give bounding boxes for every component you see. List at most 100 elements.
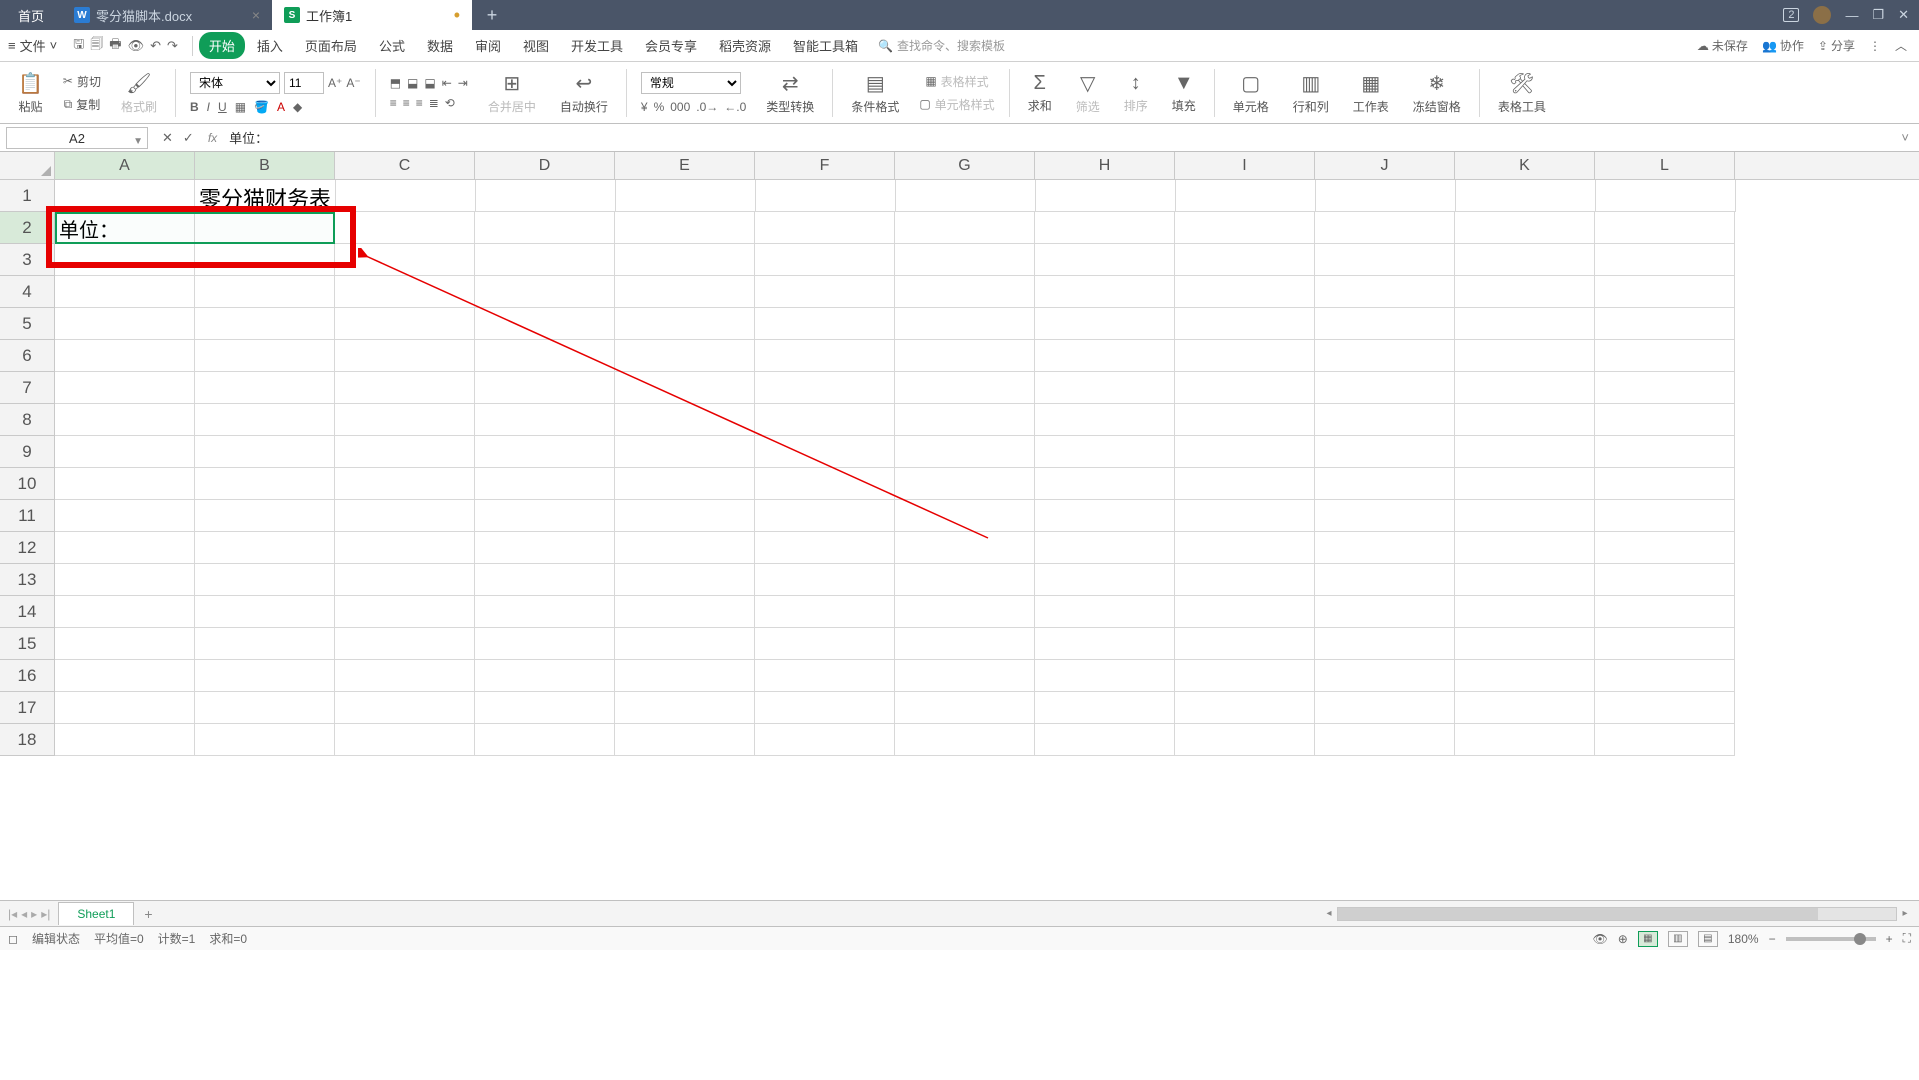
row-header-10[interactable]: 10 <box>0 468 55 500</box>
spreadsheet-tab[interactable]: S 工作簿1 • <box>272 0 472 30</box>
underline-icon[interactable]: U <box>218 100 227 114</box>
zoom-slider-thumb[interactable] <box>1854 933 1866 945</box>
cell-button[interactable]: ▢单元格 <box>1229 69 1273 117</box>
cell-C2[interactable] <box>335 212 475 244</box>
wrap-text-button[interactable]: ↩自动换行 <box>556 69 612 117</box>
row-header-13[interactable]: 13 <box>0 564 55 596</box>
row-header-4[interactable]: 4 <box>0 276 55 308</box>
cell-E1[interactable] <box>616 180 756 212</box>
fill-color-icon[interactable]: 🪣 <box>254 100 269 114</box>
cell-D2[interactable] <box>475 212 615 244</box>
freeze-button[interactable]: ❄冻结窗格 <box>1409 69 1465 117</box>
sheet-tab-sheet1[interactable]: Sheet1 <box>58 902 134 925</box>
font-family-select[interactable]: 宋体 <box>190 72 280 94</box>
table-tools-button[interactable]: 🛠表格工具 <box>1494 69 1550 117</box>
col-header-A[interactable]: A <box>55 152 195 179</box>
cell-H1[interactable] <box>1036 180 1176 212</box>
select-all-corner[interactable] <box>0 152 55 179</box>
zoom-level[interactable]: 180% <box>1728 932 1759 946</box>
increase-decimal-icon[interactable]: .0→ <box>696 100 718 114</box>
row-header-17[interactable]: 17 <box>0 692 55 724</box>
tab-data[interactable]: 数据 <box>417 32 463 59</box>
row-header-3[interactable]: 3 <box>0 244 55 276</box>
tab-devtools[interactable]: 开发工具 <box>561 32 633 59</box>
record-macro-icon[interactable]: ◻ <box>8 932 18 946</box>
cancel-edit-icon[interactable]: ✕ <box>162 130 173 146</box>
row-header-16[interactable]: 16 <box>0 660 55 692</box>
maximize-button[interactable]: ❐ <box>1872 7 1884 23</box>
document-tab[interactable]: W 零分猫脚本.docx × <box>62 0 272 30</box>
row-header-11[interactable]: 11 <box>0 500 55 532</box>
cell-E2[interactable] <box>615 212 755 244</box>
italic-icon[interactable]: I <box>207 100 210 114</box>
cell-I1[interactable] <box>1176 180 1316 212</box>
cell-F1[interactable] <box>756 180 896 212</box>
zoom-in-button[interactable]: + <box>1886 932 1893 946</box>
undo-icon[interactable]: ↶ <box>150 38 161 54</box>
align-top-icon[interactable]: ⬒ <box>390 76 401 90</box>
table-style-button[interactable]: ▦表格样式 <box>925 73 988 90</box>
expand-formula-bar-icon[interactable]: ˅ <box>1891 130 1919 145</box>
indent-decrease-icon[interactable]: ⇤ <box>442 76 452 90</box>
increase-font-icon[interactable]: A⁺ <box>328 76 342 90</box>
prev-sheet-icon[interactable]: ◂ <box>21 907 27 921</box>
add-sheet-button[interactable]: + <box>134 906 162 922</box>
cell-L1[interactable] <box>1596 180 1736 212</box>
indent-increase-icon[interactable]: ⇥ <box>458 76 468 90</box>
normal-view-button[interactable]: ▦ <box>1638 931 1658 947</box>
formula-input[interactable]: 单位： <box>223 128 1891 147</box>
font-size-input[interactable] <box>284 72 324 94</box>
rowcol-button[interactable]: ▥行和列 <box>1289 69 1333 117</box>
scrollbar-thumb[interactable] <box>1338 908 1818 920</box>
cell-B2[interactable] <box>195 212 335 244</box>
sum-button[interactable]: Σ求和 <box>1024 70 1056 116</box>
tab-resources[interactable]: 稻壳资源 <box>709 32 781 59</box>
cut-button[interactable]: ✂剪切 <box>63 73 101 90</box>
grid-align-icon[interactable]: ⊕ <box>1618 932 1628 946</box>
command-search[interactable]: 🔍 查找命令、搜索模板 <box>878 37 1005 54</box>
align-center-icon[interactable]: ≡ <box>403 96 410 110</box>
cell-I2[interactable] <box>1175 212 1315 244</box>
orientation-icon[interactable]: ⟲ <box>445 96 455 110</box>
row-header-15[interactable]: 15 <box>0 628 55 660</box>
cell-F2[interactable] <box>755 212 895 244</box>
tab-view[interactable]: 视图 <box>513 32 559 59</box>
page-break-view-button[interactable]: ▤ <box>1698 931 1718 947</box>
unsaved-indicator[interactable]: ☁未保存 <box>1697 37 1748 54</box>
tab-start[interactable]: 开始 <box>199 32 245 59</box>
decrease-decimal-icon[interactable]: ←.0 <box>724 100 746 114</box>
spreadsheet-grid[interactable]: A B C D E F G H I J K L 1 2 3 4 5 6 7 8 … <box>0 152 1919 900</box>
row-header-14[interactable]: 14 <box>0 596 55 628</box>
close-icon[interactable]: × <box>252 7 260 23</box>
decrease-font-icon[interactable]: A⁻ <box>346 76 360 90</box>
save-as-icon[interactable]: 🗐 <box>90 35 103 57</box>
first-sheet-icon[interactable]: |◂ <box>8 907 17 921</box>
eye-icon[interactable]: 👁 <box>1593 932 1608 946</box>
row-header-6[interactable]: 6 <box>0 340 55 372</box>
scroll-right-icon[interactable]: ▸ <box>1897 908 1913 919</box>
cell-B1[interactable]: 零分猫财务表 <box>195 180 336 212</box>
paste-button[interactable]: 📋粘贴 <box>14 69 47 117</box>
cell-style-button[interactable]: ▢单元格样式 <box>919 96 994 113</box>
print-icon[interactable]: 🖶 <box>109 35 121 57</box>
align-right-icon[interactable]: ≡ <box>416 96 423 110</box>
cell-A3[interactable] <box>55 244 195 276</box>
cell-G2[interactable] <box>895 212 1035 244</box>
cell-K2[interactable] <box>1455 212 1595 244</box>
cell-H2[interactable] <box>1035 212 1175 244</box>
font-color-icon[interactable]: A <box>277 100 285 114</box>
tab-formula[interactable]: 公式 <box>369 32 415 59</box>
fx-icon[interactable]: fx <box>208 131 223 145</box>
tab-smarttools[interactable]: 智能工具箱 <box>783 32 868 59</box>
collapse-ribbon-icon[interactable]: ︿ <box>1895 37 1907 54</box>
save-icon[interactable]: 🖫 <box>73 35 84 57</box>
conditional-format-button[interactable]: ▤条件格式 <box>847 69 903 117</box>
chevron-down-icon[interactable]: ▼ <box>133 131 143 153</box>
close-window-button[interactable]: ✕ <box>1898 7 1909 23</box>
row-header-8[interactable]: 8 <box>0 404 55 436</box>
col-header-H[interactable]: H <box>1035 152 1175 179</box>
more-menu-icon[interactable]: ⋮ <box>1869 39 1881 53</box>
number-format-select[interactable]: 常规 <box>641 72 741 94</box>
col-header-L[interactable]: L <box>1595 152 1735 179</box>
merge-center-button[interactable]: ⊞合并居中 <box>484 69 540 117</box>
